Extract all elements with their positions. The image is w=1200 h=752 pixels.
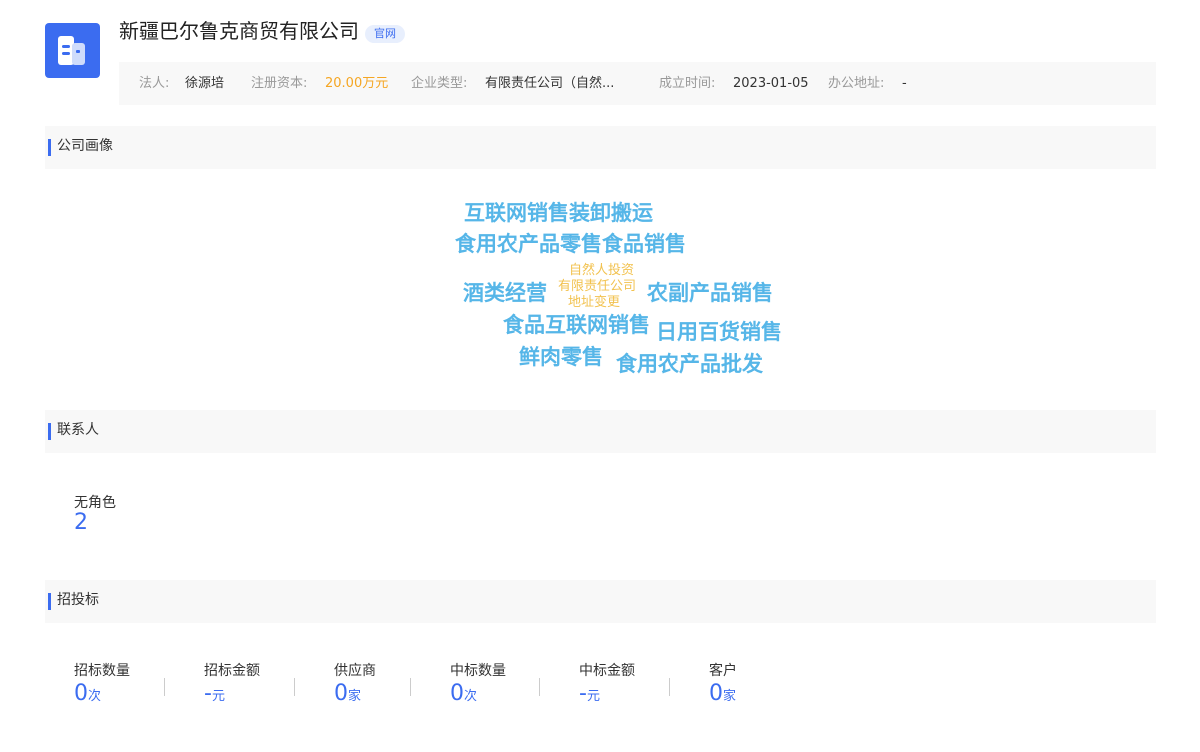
stat-divider [539, 678, 540, 696]
stat-label: 招标金额 [204, 663, 260, 679]
tag-word[interactable]: 鲜肉零售 [519, 344, 603, 370]
stat-divider [669, 678, 670, 696]
tag-word[interactable]: 食用农产品批发 [616, 351, 763, 377]
company-type-label: 企业类型: [411, 76, 468, 91]
stat-value[interactable]: - [204, 681, 212, 706]
stat-tender-amount: 招标金额 -元 [204, 661, 260, 709]
tag-word[interactable]: 日用百货销售 [656, 319, 782, 345]
stat-divider [164, 678, 165, 696]
section-accent-bar [48, 593, 51, 610]
capital-value: 20.00万元 [325, 76, 389, 91]
section-title: 联系人 [57, 422, 99, 438]
stat-value[interactable]: 0 [334, 681, 348, 706]
stat-unit: 家 [723, 689, 737, 704]
legal-rep-label: 法人: [139, 76, 170, 91]
company-info-bar: 法人: 徐源培 注册资本: 20.00万元 企业类型: 有限责任公司（自然...… [119, 62, 1156, 105]
tag-word[interactable]: 有限责任公司 [558, 279, 636, 295]
stat-unit: 元 [211, 689, 225, 704]
company-logo [45, 23, 100, 78]
tag-cloud: 互联网销售装卸搬运 食用农产品零售食品销售 酒类经营 自然人投资 有限责任公司 … [0, 0, 1200, 752]
stat-win-count: 中标数量 0次 [450, 661, 506, 709]
stat-unit: 次 [88, 689, 102, 704]
stat-label: 中标金额 [579, 663, 635, 679]
stat-value[interactable]: 0 [450, 681, 464, 706]
tag-word[interactable]: 农副产品销售 [647, 280, 773, 306]
stat-label: 中标数量 [450, 663, 506, 679]
address-label: 办公地址: [828, 76, 885, 91]
stat-tender-count: 招标数量 0次 [74, 661, 130, 709]
section-bidding-header: 招投标 [45, 580, 1156, 623]
tag-word[interactable]: 互联网销售装卸搬运 [464, 200, 653, 226]
section-accent-bar [48, 139, 51, 156]
tag-word[interactable]: 酒类经营 [463, 280, 547, 306]
stat-value[interactable]: 0 [74, 681, 88, 706]
stat-win-amount: 中标金额 -元 [579, 661, 635, 709]
stat-label: 供应商 [334, 663, 376, 679]
founded-label: 成立时间: [659, 76, 716, 91]
stat-suppliers: 供应商 0家 [334, 661, 376, 709]
company-type-value: 有限责任公司（自然... [485, 76, 615, 91]
section-title: 公司画像 [57, 138, 113, 154]
stat-value[interactable]: - [579, 681, 587, 706]
section-title: 招投标 [57, 592, 99, 608]
tag-word[interactable]: 自然人投资 [569, 263, 634, 279]
capital-label: 注册资本: [251, 76, 308, 91]
stat-label: 客户 [709, 663, 737, 679]
tag-word[interactable]: 食用农产品零售食品销售 [455, 231, 686, 257]
stat-unit: 元 [586, 689, 600, 704]
address-value: - [902, 76, 907, 91]
stat-divider [410, 678, 411, 696]
section-contacts-header: 联系人 [45, 410, 1156, 453]
stat-value[interactable]: 0 [709, 681, 723, 706]
tag-word[interactable]: 食品互联网销售 [503, 312, 650, 338]
stat-divider [294, 678, 295, 696]
stat-customers: 客户 0家 [709, 661, 737, 709]
stat-unit: 次 [464, 689, 478, 704]
section-accent-bar [48, 423, 51, 440]
legal-rep-value[interactable]: 徐源培 [185, 62, 224, 105]
building-annex-icon [72, 43, 85, 65]
section-portrait-header: 公司画像 [45, 126, 1156, 169]
stat-label: 招标数量 [74, 663, 130, 679]
founded-value: 2023-01-05 [733, 76, 809, 91]
official-site-badge[interactable]: 官网 [365, 25, 405, 43]
contact-role-count[interactable]: 2 [74, 509, 88, 537]
stat-unit: 家 [348, 689, 362, 704]
company-name: 新疆巴尔鲁克商贸有限公司 [119, 19, 359, 43]
tag-word[interactable]: 地址变更 [568, 295, 620, 311]
